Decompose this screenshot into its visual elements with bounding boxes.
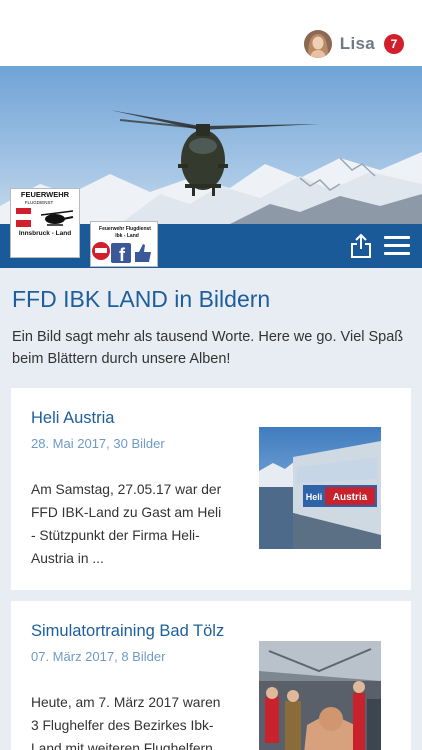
album-meta: 07. März 2017, 8 Bilder [31, 649, 166, 664]
hamburger-menu-icon[interactable] [384, 234, 412, 258]
album-card[interactable]: Heli Austria 28. Mai 2017, 30 Bilder Am … [11, 388, 411, 590]
svg-text:Heli: Heli [306, 492, 323, 502]
svg-text:FLUGDIENST: FLUGDIENST [25, 200, 54, 205]
share-icon [351, 233, 371, 258]
album-meta: 28. Mai 2017, 30 Bilder [31, 436, 165, 451]
page-title: FFD IBK LAND in Bildern [12, 286, 271, 312]
album-thumbnail[interactable] [259, 641, 381, 750]
svg-text:Feuerwehr Flugdienst: Feuerwehr Flugdienst [99, 226, 151, 232]
ffd-logo: FEUERWEHR FLUGDIENST Innsbruck - Land [10, 188, 80, 258]
album-title[interactable]: Simulatortraining Bad Tölz [31, 622, 224, 641]
svg-text:FEUERWEHR: FEUERWEHR [21, 190, 70, 199]
top-bar: Lisa 7 [0, 0, 422, 66]
svg-text:Austria: Austria [333, 492, 368, 503]
album-excerpt: Am Samstag, 27.05.17 war der FFD IBK-Lan… [31, 482, 222, 566]
share-button[interactable] [348, 232, 374, 260]
album-card[interactable]: Simulatortraining Bad Tölz 07. März 2017… [11, 601, 411, 750]
user-menu[interactable]: Lisa 7 [303, 29, 404, 59]
album-excerpt: Heute, am 7. März 2017 waren 3 Flughelfe… [31, 695, 221, 750]
username[interactable]: Lisa [340, 34, 375, 54]
avatar[interactable] [303, 30, 332, 58]
facebook-logo[interactable]: Feuerwehr Flugdienst Ibk - Land f [90, 221, 158, 267]
page-intro: Ein Bild sagt mehr als tausend Worte. He… [12, 329, 404, 367]
svg-text:Ibk - Land: Ibk - Land [115, 233, 139, 239]
svg-text:f: f [119, 245, 126, 265]
album-title[interactable]: Heli Austria [31, 409, 114, 428]
album-thumbnail[interactable]: Heli Austria [259, 427, 381, 549]
notification-badge[interactable]: 7 [384, 34, 404, 54]
svg-text:Innsbruck - Land: Innsbruck - Land [19, 230, 71, 237]
